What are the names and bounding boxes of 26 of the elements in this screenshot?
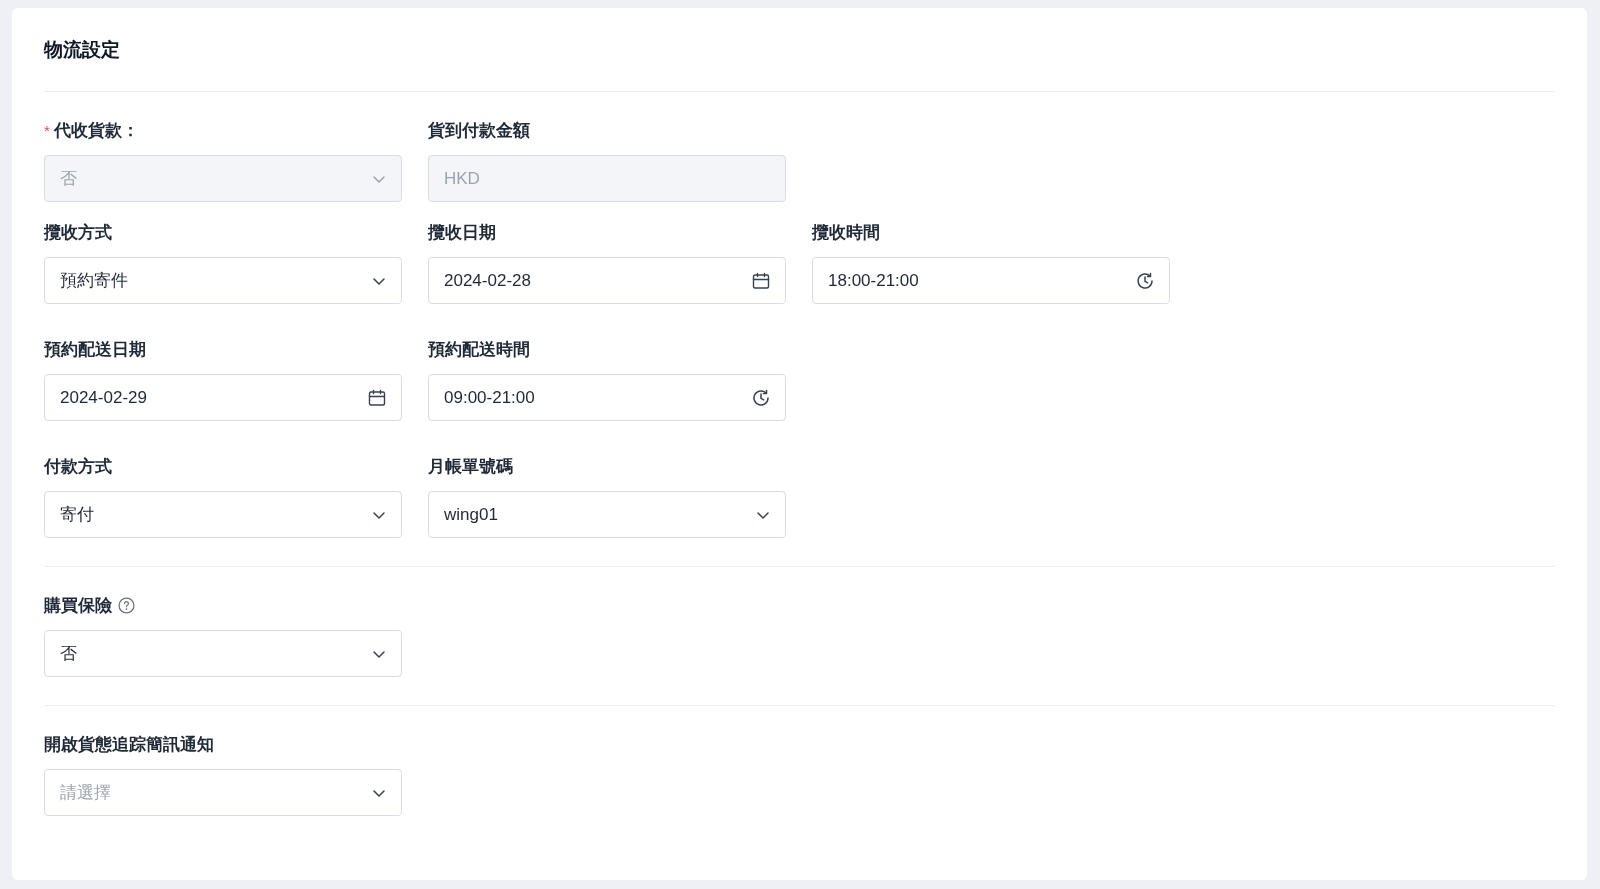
field-label: 代收貨款： [53, 119, 139, 142]
section-title: 物流設定 [44, 38, 121, 62]
calendar-icon [367, 387, 387, 408]
field-label: 預約配送時間 [428, 338, 530, 361]
field-label: 開啟貨態追踪簡訊通知 [44, 733, 214, 756]
clock-icon [751, 387, 771, 408]
clock-icon [1135, 270, 1155, 291]
field-label: 攬收方式 [44, 221, 112, 244]
field-label: 購買保險 [44, 594, 112, 617]
required-asterisk: * [44, 121, 50, 139]
field-label: 付款方式 [44, 455, 112, 478]
field-label: 攬收日期 [428, 221, 496, 244]
date-picker[interactable]: 2024-02-28 [428, 257, 786, 304]
select-field[interactable]: 寄付 [44, 491, 402, 538]
time-picker[interactable]: 09:00-21:00 [428, 374, 786, 421]
time-picker[interactable]: 18:00-21:00 [812, 257, 1170, 304]
field-label: 攬收時間 [812, 221, 880, 244]
date-picker[interactable]: 2024-02-29 [44, 374, 402, 421]
field-label: 月帳單號碼 [428, 455, 513, 478]
select-field[interactable]: 預約寄件 [44, 257, 402, 304]
select-field[interactable]: wing01 [428, 491, 786, 538]
calendar-icon [751, 270, 771, 291]
field-label: 貨到付款金額 [428, 119, 530, 142]
field-label: 預約配送日期 [44, 338, 146, 361]
select-field[interactable]: 否 [44, 630, 402, 677]
help-icon[interactable] [118, 596, 135, 614]
